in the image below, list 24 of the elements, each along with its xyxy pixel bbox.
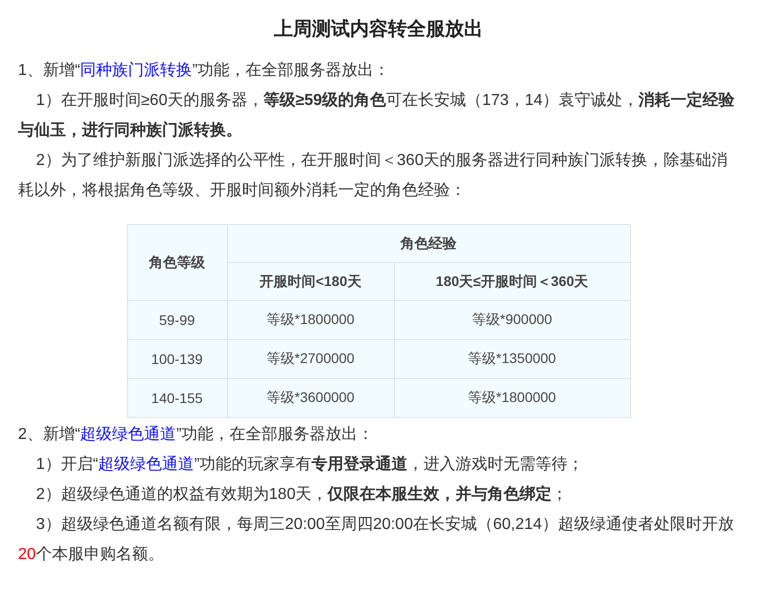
table-cell: 100-139: [127, 340, 227, 378]
article-title: 上周测试内容转全服放出: [273, 18, 484, 42]
paragraph: 1）在开服时间≥60天的服务器，等级≥59级的角色可在长安城（173，14）袁守诚处，消耗一定经验与仙玉，进行同种族门派转换。: [18, 90, 736, 141]
column-header: 180天≤开服时间＜360天: [394, 262, 630, 300]
table-cell: 140-155: [127, 378, 227, 418]
paragraph: 2、新增“超级绿色通道”功能，在全部服务器放出：: [18, 424, 375, 445]
table-cell: 等级*2700000: [227, 340, 394, 378]
table-cell: 等级*1800000: [227, 300, 394, 340]
column-header: 角色等级: [127, 224, 227, 300]
link[interactable]: 同种族门派转换: [80, 62, 192, 79]
column-header: 角色经验: [227, 224, 630, 262]
paragraph: 2）为了维护新服门派选择的公平性，在开服时间＜360天的服务器进行同种族门派转换，除基础消耗以外，将根据角色等级、开服时间额外消耗一定的角色经验：: [18, 150, 729, 201]
table-cell: 等级*1350000: [394, 340, 630, 378]
table-cell: 等级*1800000: [394, 378, 630, 418]
link[interactable]: 超级绿色通道: [98, 456, 194, 473]
table-cell: 等级*900000: [394, 300, 630, 340]
paragraph: 1）开启“超级绿色通道”功能的玩家享有专用登录通道，进入游戏时无需等待；: [35, 454, 585, 475]
column-header: 开服时间<180天: [227, 262, 394, 300]
paragraph: 2）超级绿色通道的权益有效期为180天，仅限在本服生效，并与角色绑定；: [35, 484, 569, 505]
table-cell: 59-99: [127, 300, 227, 340]
paragraph: 1、新增“同种族门派转换”功能，在全部服务器放出：: [18, 60, 391, 81]
table-cell: 等级*3600000: [227, 378, 394, 418]
link[interactable]: 超级绿色通道: [80, 426, 176, 443]
paragraph: 3）超级绿色通道名额有限，每周三20:00至周四20:00在长安城（60,214）超级绿通使者处限时开放 20个本服申购名额。: [18, 514, 735, 565]
